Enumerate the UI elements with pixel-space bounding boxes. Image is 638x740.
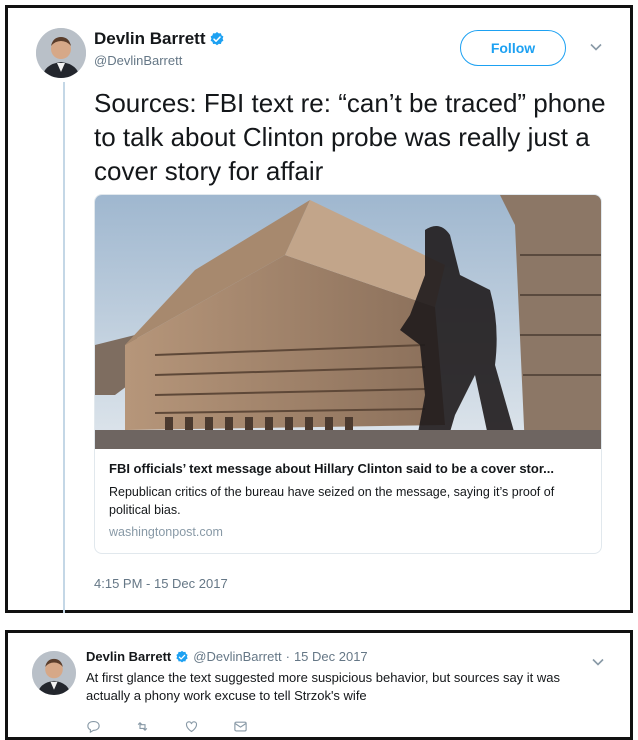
author-name[interactable]: Devlin Barrett — [94, 29, 205, 49]
reply-author-name[interactable]: Devlin Barrett — [86, 649, 171, 664]
avatar[interactable] — [32, 651, 76, 695]
author-handle[interactable]: @DevlinBarrett — [94, 53, 182, 68]
verified-badge-icon — [211, 32, 224, 46]
card-description: Republican critics of the bureau have se… — [109, 485, 555, 517]
message-icon[interactable] — [233, 719, 248, 734]
reply-actions — [86, 719, 248, 734]
reply-icon[interactable] — [86, 719, 101, 734]
verified-badge-icon — [176, 650, 188, 662]
separator-dot: · — [285, 649, 290, 664]
card-domain[interactable]: washingtonpost.com — [109, 525, 223, 539]
main-tweet: Devlin Barrett @DevlinBarrett Follow Sou… — [5, 5, 633, 613]
reply-author-handle[interactable]: @DevlinBarrett — [193, 649, 281, 664]
reply-text: At first glance the text suggested more … — [86, 670, 561, 703]
follow-button[interactable]: Follow — [460, 30, 566, 66]
link-card[interactable]: FBI officials’ text message about Hillar… — [94, 194, 602, 554]
like-icon[interactable] — [184, 719, 199, 734]
card-title[interactable]: FBI officials’ text message about Hillar… — [109, 461, 593, 476]
reply-date[interactable]: 15 Dec 2017 — [294, 649, 368, 664]
chevron-down-icon[interactable] — [592, 653, 604, 669]
tweet-text: Sources: FBI text re: “can’t be traced” … — [94, 88, 606, 186]
avatar[interactable] — [36, 28, 86, 78]
retweet-icon[interactable] — [135, 719, 150, 734]
card-image — [95, 195, 601, 449]
tweet-timestamp[interactable]: 4:15 PM - 15 Dec 2017 — [94, 576, 228, 591]
chevron-down-icon[interactable] — [590, 38, 602, 54]
thread-line — [63, 82, 65, 613]
